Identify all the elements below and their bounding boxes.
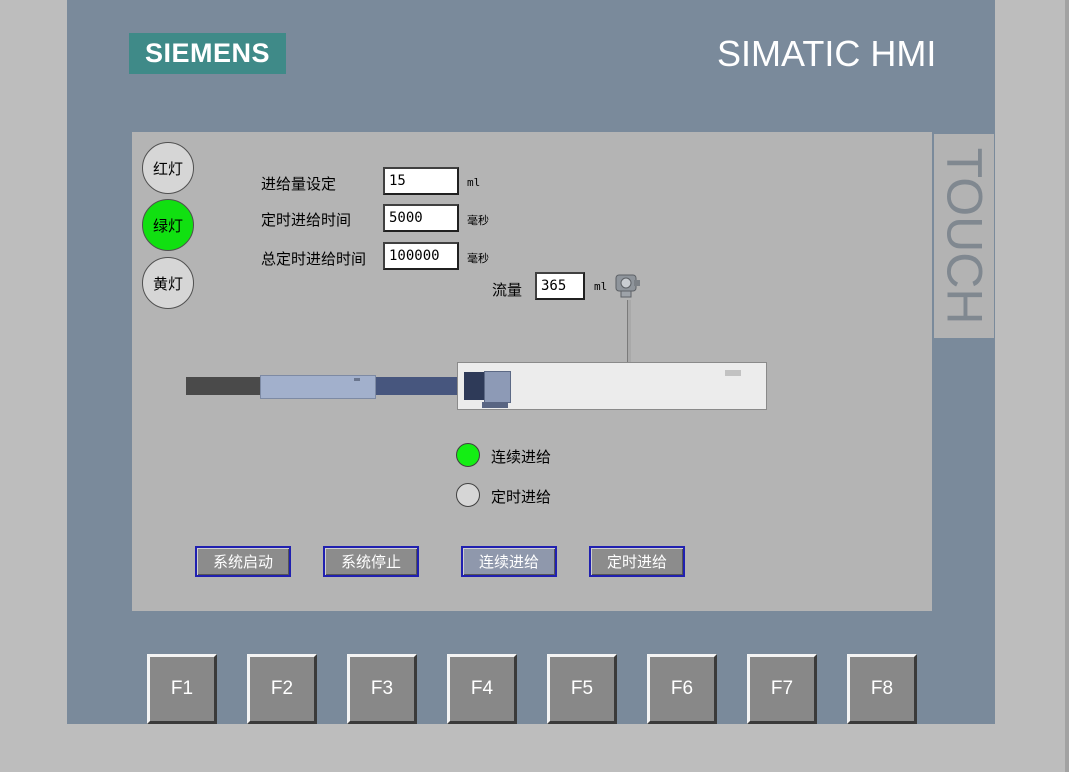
timed-feed-indicator [456, 483, 480, 507]
timed-feed-button[interactable]: 定时进给 [589, 546, 685, 577]
flow-label: 流量 [492, 281, 523, 299]
feed-amount-field[interactable]: 15 [383, 167, 459, 195]
tank-marker [725, 370, 741, 376]
total-timed-feed-time-label: 总定时进给时间 [261, 250, 367, 268]
system-stop-button[interactable]: 系统停止 [323, 546, 419, 577]
pipe-flange-base [482, 402, 508, 408]
siemens-logo: SIEMENS [129, 33, 286, 74]
f7-key[interactable]: F7 [747, 654, 817, 724]
flow-unit: ml [594, 280, 608, 293]
timed-feed-time-unit: 毫秒 [467, 214, 489, 227]
continuous-feed-button[interactable]: 连续进给 [461, 546, 557, 577]
system-start-button[interactable]: 系统启动 [195, 546, 291, 577]
timed-feed-time-field[interactable]: 5000 [383, 204, 459, 232]
total-timed-feed-time-unit: 毫秒 [467, 252, 489, 265]
hmi-screen: 红灯 绿灯 黄灯 进给量设定 15 ml 定时进给时间 5000 毫秒 总定时进… [132, 132, 932, 611]
feed-amount-unit: ml [467, 176, 481, 189]
f3-key[interactable]: F3 [347, 654, 417, 724]
inlet-pipe-dark [186, 377, 261, 395]
flow-sensor-icon [615, 274, 640, 298]
pipe-flange [484, 371, 511, 403]
f2-key[interactable]: F2 [247, 654, 317, 724]
red-lamp: 红灯 [142, 142, 194, 194]
continuous-feed-indicator [456, 443, 480, 467]
f4-key[interactable]: F4 [447, 654, 517, 724]
f1-key[interactable]: F1 [147, 654, 217, 724]
timed-feed-indicator-label: 定时进给 [491, 488, 552, 506]
flow-field: 365 [535, 272, 585, 300]
feed-pipe [376, 377, 466, 395]
simatic-hmi-title: SIMATIC HMI [717, 33, 937, 74]
f6-key[interactable]: F6 [647, 654, 717, 724]
timed-feed-time-label: 定时进给时间 [261, 211, 352, 229]
yellow-lamp: 黄灯 [142, 257, 194, 309]
total-timed-feed-time-field[interactable]: 100000 [383, 242, 459, 270]
feed-amount-label: 进给量设定 [261, 175, 337, 193]
f8-key[interactable]: F8 [847, 654, 917, 724]
touch-label: TOUCH [934, 134, 994, 338]
pipe-marker [354, 378, 360, 381]
flow-sensor-stem [627, 300, 631, 362]
green-lamp: 绿灯 [142, 199, 194, 251]
continuous-feed-indicator-label: 连续进给 [491, 448, 552, 466]
touch-label-text: TOUCH [936, 147, 993, 325]
f5-key[interactable]: F5 [547, 654, 617, 724]
